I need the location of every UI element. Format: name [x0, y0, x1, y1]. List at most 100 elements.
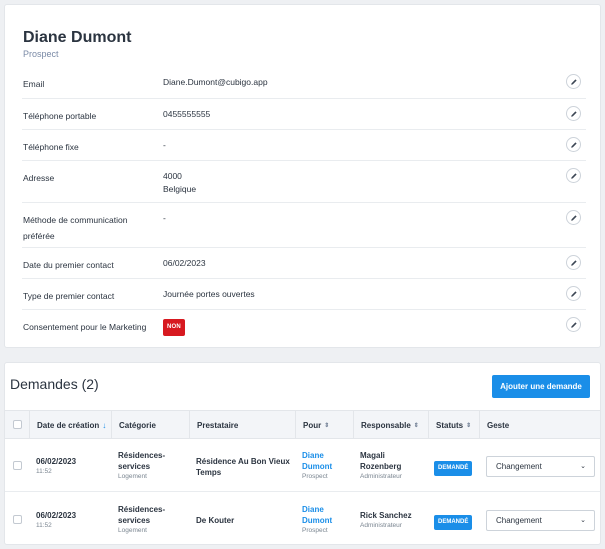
column-header-label: Responsable [361, 420, 411, 430]
sort-icon: ⇕ [466, 422, 472, 429]
column-header-provider: Prestataire [189, 411, 295, 439]
responsible-sub: Administrateur [360, 473, 402, 480]
field-label: Téléphone portable [23, 111, 97, 121]
column-header-label: Statuts [436, 420, 464, 430]
cell-category: Résidences-services Logement [118, 450, 183, 482]
address-country: Belgique [163, 184, 197, 194]
pencil-icon [570, 110, 577, 117]
field-row-marketing-consent: Consentement pour le Marketing NON [22, 310, 586, 341]
column-header-responsible[interactable]: Responsable ⇕ [353, 411, 428, 439]
action-select[interactable]: Changement ⌄ [486, 456, 595, 477]
pencil-icon [570, 290, 577, 297]
column-header-for[interactable]: Pour ⇕ [295, 411, 353, 439]
field-value: 4000 Belgique [163, 170, 196, 196]
cell-date: 06/02/2023 11:52 [36, 510, 76, 531]
chevron-down-icon: ⌄ [580, 517, 586, 524]
edit-first-contact-type-button[interactable] [566, 286, 581, 301]
status-badge: DEMANDÉ [434, 515, 473, 530]
sort-down-icon: ↓ [102, 420, 107, 430]
column-header-label: Catégorie [119, 420, 156, 430]
row-checkbox[interactable] [13, 461, 22, 470]
column-header-status[interactable]: Statuts ⇕ [428, 411, 479, 439]
cell-for: Diane Dumont Prospect [302, 450, 348, 482]
edit-communication-button[interactable] [566, 210, 581, 225]
cell-date: 06/02/2023 11:52 [36, 456, 76, 477]
action-select-value: Changement [496, 462, 542, 471]
column-header-label: Pour [303, 420, 322, 430]
table-row[interactable]: 06/02/2023 11:52 Résidences-services Log… [5, 492, 600, 544]
field-label: Méthode de communication préférée [23, 215, 128, 241]
cell-provider: De Kouter [196, 515, 291, 526]
pencil-icon [570, 172, 577, 179]
column-header-label: Prestataire [197, 420, 239, 430]
pencil-icon [570, 214, 577, 221]
cell-status: DEMANDÉ [434, 461, 473, 476]
provider-name: De Kouter [196, 516, 235, 525]
requests-card: Demandes (2) Ajouter une demande Date de… [4, 362, 601, 545]
cell-provider: Résidence Au Bon Vieux Temps [196, 456, 291, 478]
field-value: - [163, 140, 166, 150]
select-all-checkbox[interactable] [13, 420, 22, 429]
column-header-label: Date de création [37, 420, 100, 430]
request-date: 06/02/2023 [36, 511, 77, 520]
field-label: Email [23, 79, 45, 89]
field-row-first-contact-type: Type de premier contact Journée portes o… [22, 279, 586, 310]
for-sub: Prospect [302, 527, 328, 534]
field-row-communication: Méthode de communication préférée - [22, 203, 586, 248]
field-value: Journée portes ouvertes [163, 289, 255, 299]
action-select[interactable]: Changement ⌄ [486, 510, 595, 531]
field-value: 06/02/2023 [163, 258, 206, 268]
pencil-icon [570, 78, 577, 85]
category-sub: Logement [118, 473, 147, 480]
request-time: 11:52 [36, 468, 52, 475]
edit-email-button[interactable] [566, 74, 581, 89]
field-label: Type de premier contact [23, 291, 115, 301]
provider-name: Résidence Au Bon Vieux Temps [196, 457, 290, 477]
field-row-mobile: Téléphone portable 0455555555 [22, 99, 586, 130]
cell-responsible: Magali Rozenberg Administrateur [360, 450, 424, 482]
cell-status: DEMANDÉ [434, 515, 473, 530]
table-row[interactable]: 06/02/2023 11:52 Résidences-services Log… [5, 439, 600, 492]
field-row-landline: Téléphone fixe - [22, 130, 586, 161]
field-value: 0455555555 [163, 109, 211, 119]
contact-status: Prospect [23, 49, 59, 59]
field-label: Adresse [23, 173, 55, 183]
field-value: NON [163, 319, 185, 336]
edit-first-contact-date-button[interactable] [566, 255, 581, 270]
contact-name: Diane Dumont [23, 29, 132, 46]
edit-marketing-consent-button[interactable] [566, 317, 581, 332]
status-badge: DEMANDÉ [434, 461, 473, 476]
chevron-down-icon: ⌄ [580, 463, 586, 470]
requests-title: Demandes (2) [10, 376, 99, 392]
field-label: Date du premier contact [23, 260, 114, 270]
cell-category: Résidences-services Logement [118, 504, 183, 536]
edit-landline-button[interactable] [566, 137, 581, 152]
edit-mobile-button[interactable] [566, 106, 581, 121]
field-row-email: Email Diane.Dumont@cubigo.app [22, 67, 586, 99]
pencil-icon [570, 141, 577, 148]
add-request-button[interactable]: Ajouter une demande [492, 375, 590, 398]
cell-responsible: Rick Sanchez Administrateur [360, 510, 424, 531]
for-name-link[interactable]: Diane Dumont [302, 450, 348, 472]
for-name-link[interactable]: Diane Dumont [302, 504, 348, 526]
column-header-date[interactable]: Date de création ↓ [29, 411, 111, 439]
responsible-sub: Administrateur [360, 522, 402, 529]
field-value: - [163, 213, 166, 223]
sort-icon: ⇕ [413, 422, 419, 429]
edit-address-button[interactable] [566, 168, 581, 183]
category-sub: Logement [118, 527, 147, 534]
category-name: Résidences-services [118, 505, 166, 525]
pencil-icon [570, 321, 577, 328]
row-checkbox[interactable] [13, 515, 22, 524]
field-row-address: Adresse 4000 Belgique [22, 161, 586, 203]
column-header-label: Geste [487, 420, 510, 430]
field-value: Diane.Dumont@cubigo.app [163, 77, 268, 87]
category-name: Résidences-services [118, 451, 166, 471]
for-sub: Prospect [302, 473, 328, 480]
request-date: 06/02/2023 [36, 457, 77, 466]
header-select-cell [5, 411, 29, 439]
field-label: Consentement pour le Marketing [23, 322, 147, 332]
consent-badge: NON [163, 319, 185, 336]
request-time: 11:52 [36, 522, 52, 529]
sort-icon: ⇕ [324, 422, 330, 429]
